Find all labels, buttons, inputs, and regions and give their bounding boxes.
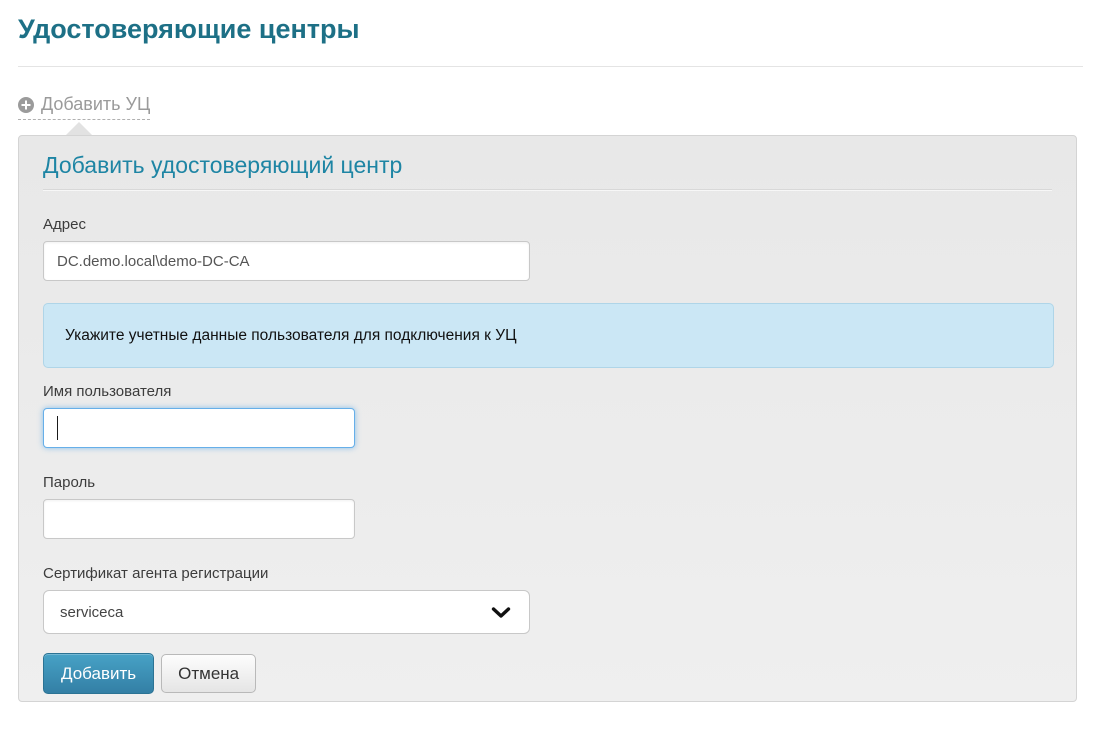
add-ca-link[interactable]: Добавить УЦ bbox=[18, 94, 150, 120]
info-banner: Укажите учетные данные пользователя для … bbox=[43, 303, 1054, 368]
certificate-label: Сертификат агента регистрации bbox=[43, 565, 1052, 583]
panel-title: Добавить удостоверяющий центр bbox=[43, 148, 1052, 179]
certificate-select[interactable]: serviceca bbox=[43, 590, 530, 634]
caret-up-pointer bbox=[66, 122, 92, 135]
info-banner-text: Укажите учетные данные пользователя для … bbox=[65, 327, 517, 345]
address-label: Адрес bbox=[43, 216, 1052, 234]
certificate-authorities-page: Удостоверяющие центры Добавить УЦ Добави… bbox=[0, 13, 1103, 730]
username-field-group: Имя пользователя bbox=[43, 383, 1052, 448]
add-button[interactable]: Добавить bbox=[43, 653, 154, 694]
password-label: Пароль bbox=[43, 474, 1052, 492]
username-label: Имя пользователя bbox=[43, 383, 1052, 401]
add-ca-panel: Добавить удостоверяющий центр Адрес Укаж… bbox=[18, 135, 1077, 702]
certificate-select-wrap: serviceca bbox=[43, 590, 530, 634]
form-button-row: Добавить Отмена bbox=[43, 653, 1052, 694]
username-input[interactable] bbox=[43, 408, 355, 448]
certificate-field-group: Сертификат агента регистрации serviceca bbox=[43, 565, 1052, 634]
add-ca-link-label: Добавить УЦ bbox=[41, 94, 150, 115]
password-input[interactable] bbox=[43, 499, 355, 539]
password-field-group: Пароль bbox=[43, 474, 1052, 539]
cancel-button[interactable]: Отмена bbox=[161, 654, 256, 693]
panel-title-divider bbox=[43, 189, 1052, 190]
page-title: Удостоверяющие центры bbox=[18, 13, 1085, 45]
address-input[interactable] bbox=[43, 241, 530, 281]
header-divider bbox=[18, 66, 1083, 67]
plus-circle-icon bbox=[18, 97, 34, 113]
address-field-group: Адрес bbox=[43, 216, 1052, 281]
text-cursor bbox=[57, 416, 58, 440]
username-input-wrap bbox=[43, 408, 355, 448]
